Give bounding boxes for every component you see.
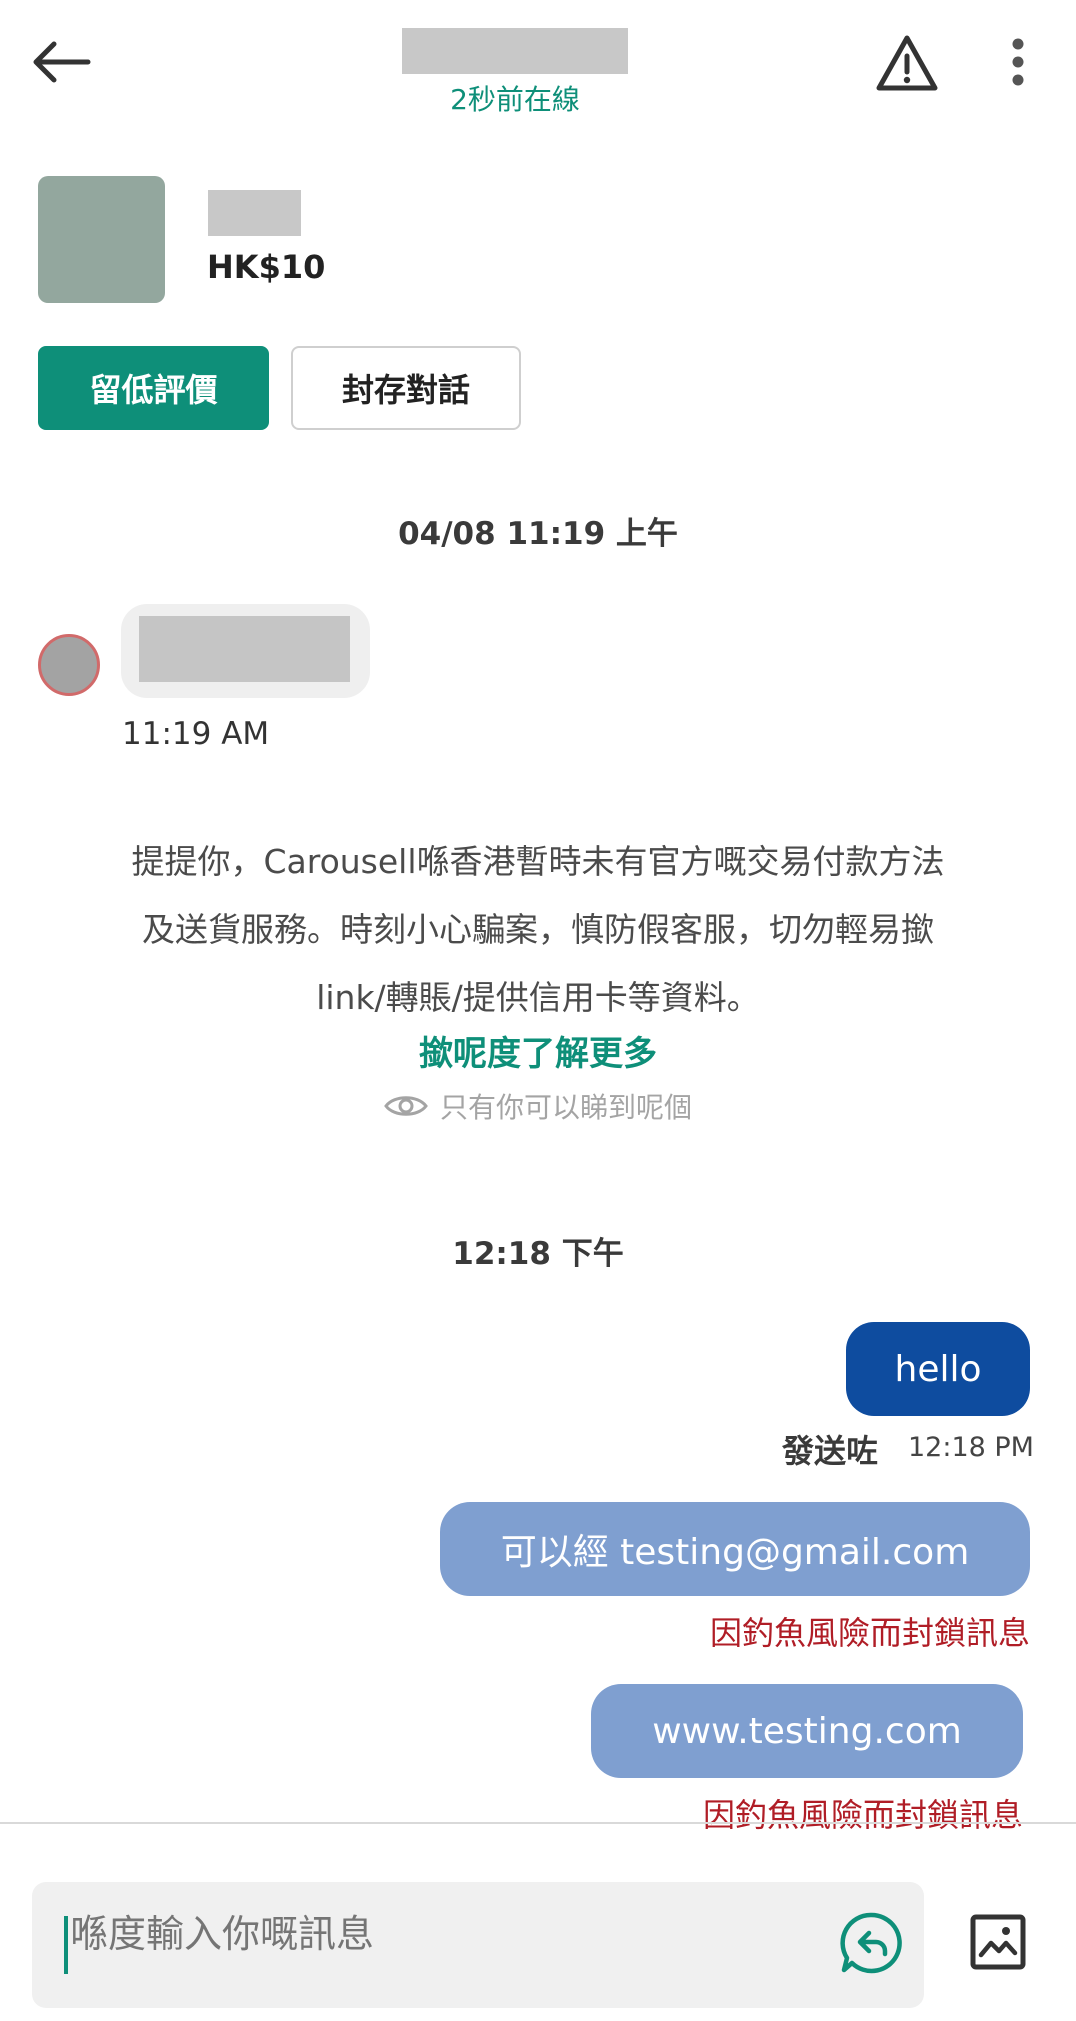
redacted-listing-title (208, 190, 301, 236)
back-button[interactable] (28, 30, 108, 94)
report-button[interactable] (872, 28, 942, 98)
notice-line-2: 及送貨服務。時刻小心騙案，慎防假客服，切勿輕易撳 (142, 910, 934, 949)
archive-chat-button[interactable]: 封存對話 (291, 346, 521, 430)
only-you-label: 只有你可以睇到呢個 (439, 1091, 692, 1124)
listing-price: HK$10 (207, 248, 326, 286)
sent-message-time: 12:18 PM (908, 1432, 1034, 1463)
reply-bubble-icon (840, 1912, 902, 1974)
blocked-message-label: 因釣魚風險而封鎖訊息 (702, 1796, 1023, 1834)
avatar[interactable] (38, 634, 100, 696)
notice-line-3: link/轉賬/提供信用卡等資料。 (316, 978, 760, 1017)
leave-review-button[interactable]: 留低評價 (38, 346, 269, 430)
blocked-message-label: 因釣魚風險而封鎖訊息 (709, 1614, 1030, 1652)
redacted-message-text (139, 616, 350, 682)
received-message-time: 11:19 AM (122, 716, 270, 752)
sent-status: 發送咗 (782, 1432, 879, 1470)
notice-line-1: 提提你，Carousell喺香港暫時未有官方嘅交易付款方法 (131, 842, 945, 881)
online-status: 2秒前在線 (450, 83, 580, 116)
time-header: 12:18 下午 (452, 1236, 624, 1272)
text-caret (64, 1916, 68, 1974)
only-you-note: 只有你可以睇到呢個 (0, 1086, 1076, 1126)
more-vertical-icon (1012, 38, 1024, 86)
blocked-message-bubble[interactable]: 可以經 testing@gmail.com (440, 1502, 1030, 1596)
arrow-left-icon (33, 41, 91, 83)
attach-image-button[interactable] (966, 1910, 1030, 1974)
blocked-message-bubble[interactable]: www.testing.com (591, 1684, 1023, 1778)
message-input[interactable] (70, 1912, 770, 1956)
composer-divider (0, 1822, 1076, 1824)
image-icon (970, 1914, 1026, 1970)
date-header: 04/08 11:19 上午 (398, 516, 678, 552)
eye-icon (384, 1096, 428, 1116)
warning-triangle-icon (876, 35, 938, 91)
listing-thumbnail[interactable] (38, 176, 165, 303)
sent-message-bubble[interactable]: hello (846, 1322, 1030, 1416)
learn-more-link[interactable]: 撳呢度了解更多 (0, 1026, 1076, 1075)
redacted-username (402, 28, 628, 74)
quick-reply-button[interactable] (836, 1908, 906, 1978)
more-options-button[interactable] (1000, 30, 1036, 94)
